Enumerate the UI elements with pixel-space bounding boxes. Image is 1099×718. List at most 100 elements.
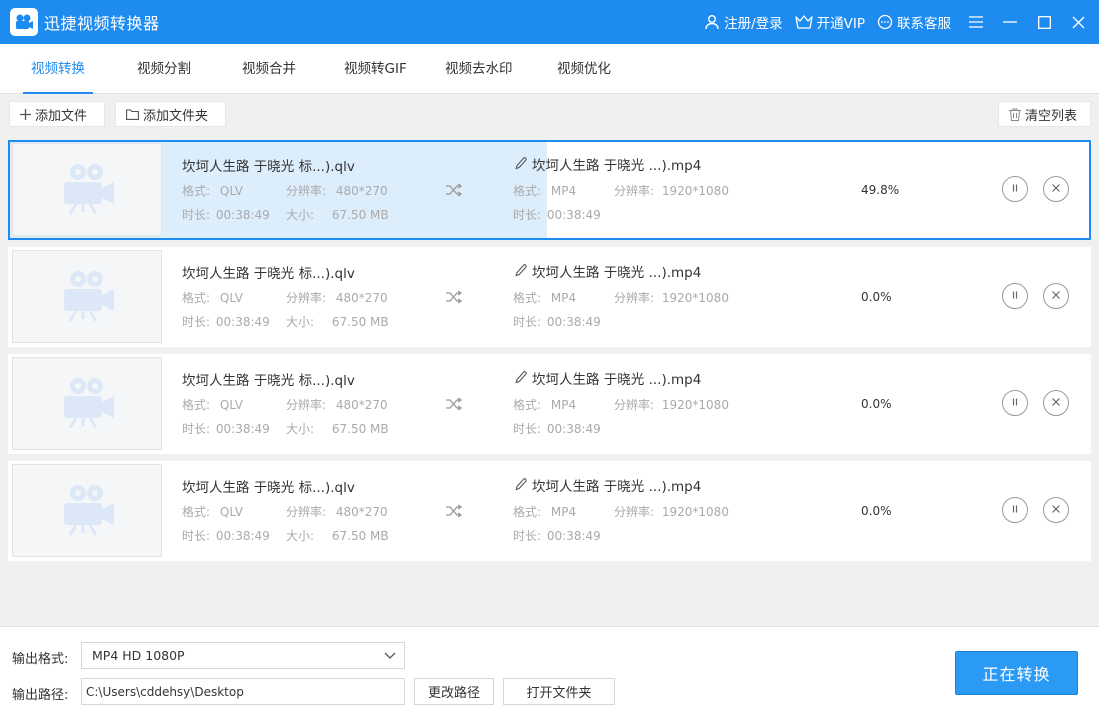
source-file-name: 坎坷人生路 于晓光 标...).qlv	[182, 480, 355, 496]
resolution-label: 分辨率:	[286, 505, 327, 519]
remove-button[interactable]	[1043, 283, 1069, 309]
vip-link[interactable]: 开通VIP	[794, 12, 865, 32]
resolution-label: 分辨率:	[286, 398, 327, 412]
close-button[interactable]	[1065, 9, 1091, 35]
edit-pencil-icon[interactable]	[515, 371, 527, 388]
output-file-label: 坎坷人生路 于晓光 ...).mp4	[532, 265, 702, 281]
file-row[interactable]: 坎坷人生路 于晓光 标...).qlv 格式: QLV 分辨率: 480*270 时长…	[8, 247, 1091, 347]
output-file-name[interactable]: 坎坷人生路 于晓光 ...).mp4	[515, 475, 701, 495]
tab-video-optimize[interactable]: 视频优化	[557, 44, 611, 94]
duration-value: 00:38:49	[546, 422, 601, 436]
format-value: QLV	[219, 505, 243, 519]
pause-button[interactable]	[1002, 176, 1028, 202]
pause-button[interactable]	[1002, 497, 1028, 523]
format-value: MP4	[550, 291, 577, 305]
plus-icon	[20, 108, 31, 120]
output-file-name[interactable]: 坎坷人生路 于晓光 ...).mp4	[515, 368, 701, 388]
remove-button[interactable]	[1043, 390, 1069, 416]
close-icon	[1051, 289, 1061, 304]
format-label: 格式:	[513, 398, 542, 412]
tab-video-to-gif[interactable]: 视频转GIF	[344, 44, 407, 94]
minimize-button[interactable]	[997, 9, 1023, 35]
output-file-label: 坎坷人生路 于晓光 ...).mp4	[532, 479, 702, 495]
close-icon	[1051, 182, 1061, 197]
tab-remove-watermark[interactable]: 视频去水印	[445, 44, 513, 94]
add-folder-button[interactable]: 添加文件夹	[115, 101, 226, 127]
size-label: 大小:	[286, 208, 315, 222]
tab-video-split[interactable]: 视频分割	[137, 44, 191, 94]
size-label: 大小:	[286, 315, 315, 329]
duration-label: 时长:	[513, 315, 542, 329]
source-duration: 时长: 00:38:49	[182, 313, 270, 330]
add-folder-label: 添加文件夹	[143, 108, 209, 124]
output-file-name[interactable]: 坎坷人生路 于晓光 ...).mp4	[515, 154, 701, 174]
output-format: 格式: MP4	[513, 503, 576, 520]
duration-value: 00:38:49	[546, 529, 601, 543]
convert-arrow-icon	[445, 397, 463, 415]
progress-percent: 0.0%	[861, 290, 892, 304]
remove-button[interactable]	[1043, 497, 1069, 523]
duration-label: 时长:	[182, 315, 211, 329]
pause-button[interactable]	[1002, 390, 1028, 416]
remove-button[interactable]	[1043, 176, 1069, 202]
open-folder-button[interactable]: 打开文件夹	[503, 678, 615, 705]
support-label: 联系客服	[897, 16, 951, 32]
resolution-value: 1920*1080	[661, 291, 729, 305]
tab-video-merge[interactable]: 视频合并	[242, 44, 296, 94]
support-link[interactable]: 联系客服	[877, 12, 951, 32]
size-label: 大小:	[286, 422, 315, 436]
output-path-field[interactable]: C:\Users\cddehsy\Desktop	[81, 678, 405, 705]
output-file-name[interactable]: 坎坷人生路 于晓光 ...).mp4	[515, 261, 701, 281]
source-size: 大小: 67.50 MB	[286, 313, 389, 330]
source-resolution: 分辨率: 480*270	[286, 289, 388, 306]
source-resolution: 分辨率: 480*270	[286, 503, 388, 520]
convert-button[interactable]: 正在转换	[955, 651, 1078, 695]
resolution-value: 480*270	[335, 291, 388, 305]
format-label: 格式:	[513, 184, 542, 198]
output-path-label: 输出路径:	[12, 688, 69, 703]
user-icon	[705, 15, 719, 30]
resolution-label: 分辨率:	[614, 184, 655, 198]
output-file-label: 坎坷人生路 于晓光 ...).mp4	[532, 158, 702, 174]
edit-pencil-icon[interactable]	[515, 264, 527, 281]
clear-list-button[interactable]: 清空列表	[998, 101, 1091, 127]
edit-pencil-icon[interactable]	[515, 478, 527, 495]
tab-video-convert[interactable]: 视频转换	[23, 44, 93, 94]
edit-pencil-icon[interactable]	[515, 157, 527, 174]
format-value: MP4	[550, 184, 577, 198]
change-path-button[interactable]: 更改路径	[414, 678, 494, 705]
video-thumbnail	[12, 464, 162, 557]
login-link[interactable]: 注册/登录	[704, 12, 783, 32]
video-camera-icon	[58, 481, 116, 541]
source-resolution: 分辨率: 480*270	[286, 182, 388, 199]
resolution-label: 分辨率:	[286, 184, 327, 198]
pause-icon	[1010, 396, 1020, 411]
output-format-select[interactable]: MP4 HD 1080P	[81, 642, 405, 669]
pause-button[interactable]	[1002, 283, 1028, 309]
file-row[interactable]: 坎坷人生路 于晓光 标...).qlv 格式: QLV 分辨率: 480*270 时长…	[8, 354, 1091, 454]
maximize-button[interactable]	[1031, 9, 1057, 35]
source-file-name: 坎坷人生路 于晓光 标...).qlv	[182, 373, 355, 389]
resolution-label: 分辨率:	[614, 505, 655, 519]
add-file-button[interactable]: 添加文件	[9, 101, 105, 127]
close-icon	[1072, 16, 1084, 28]
app-logo-icon	[10, 8, 38, 36]
output-format: 格式: MP4	[513, 289, 576, 306]
close-icon	[1051, 396, 1061, 411]
output-resolution: 分辨率: 1920*1080	[614, 182, 729, 199]
format-value: QLV	[219, 398, 243, 412]
menu-button[interactable]	[963, 9, 989, 35]
output-resolution: 分辨率: 1920*1080	[614, 503, 729, 520]
output-settings-panel: 输出格式: MP4 HD 1080P 输出路径: C:\Users\cddehs…	[0, 626, 1099, 718]
resolution-value: 1920*1080	[661, 184, 729, 198]
login-label: 注册/登录	[724, 16, 783, 32]
file-row[interactable]: 坎坷人生路 于晓光 标...).qlv 格式: QLV 分辨率: 480*270 时长…	[8, 461, 1091, 561]
pause-icon	[1010, 182, 1020, 197]
output-duration: 时长: 00:38:49	[513, 420, 601, 437]
source-duration: 时长: 00:38:49	[182, 420, 270, 437]
file-row[interactable]: 坎坷人生路 于晓光 标...).qlv 格式: QLV 分辨率: 480*270 时长…	[8, 140, 1091, 240]
size-value: 67.50 MB	[331, 315, 389, 329]
format-value: MP4	[550, 505, 577, 519]
duration-value: 00:38:49	[215, 529, 270, 543]
format-label: 格式:	[182, 398, 211, 412]
